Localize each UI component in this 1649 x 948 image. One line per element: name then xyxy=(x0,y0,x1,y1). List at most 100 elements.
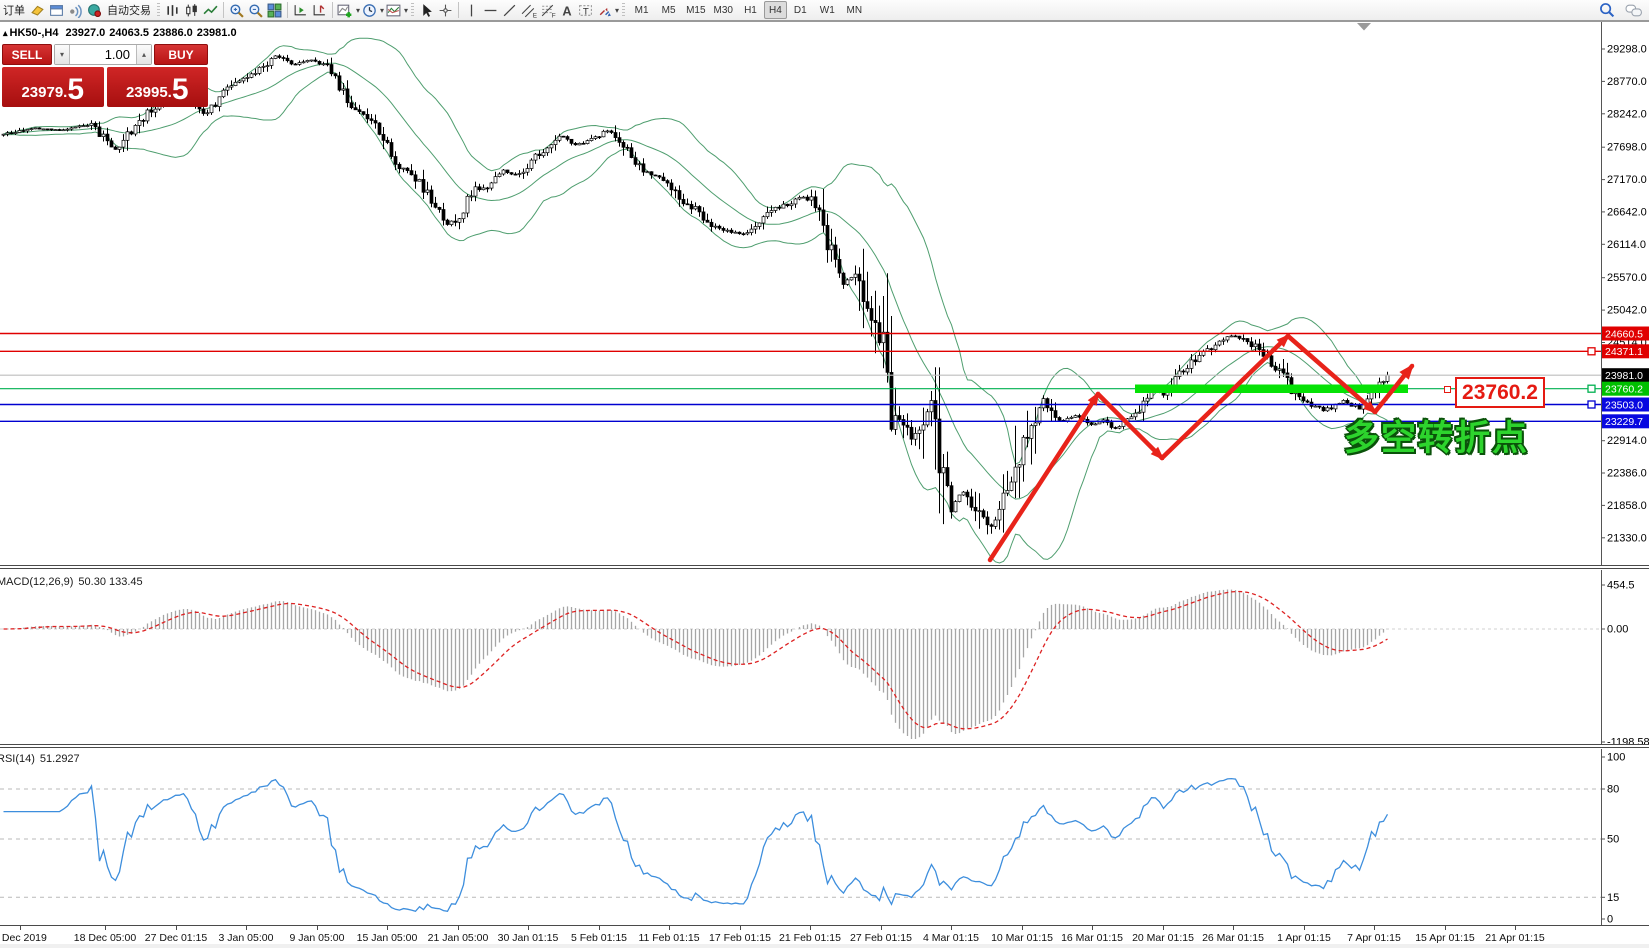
sell-button[interactable]: SELL xyxy=(2,44,52,65)
fibonacci-icon[interactable]: F xyxy=(538,1,557,19)
oneclick-trade-panel: SELL ▾ 1.00 ▴ BUY 23979. 5 23995. 5 xyxy=(2,44,208,107)
horizontal-line-icon[interactable] xyxy=(481,1,500,19)
toolbar-grip[interactable] xyxy=(622,3,625,17)
macd-histogram xyxy=(4,590,1388,740)
timeframe-button-h4[interactable]: H4 xyxy=(764,1,787,19)
vertical-line-icon[interactable] xyxy=(462,1,481,19)
chart-ohlc-header: ▴HK50-,H4 23927.024063.523886.023981.0 xyxy=(3,27,241,39)
tile-windows-icon[interactable] xyxy=(265,1,284,19)
volume-increase-button[interactable]: ▴ xyxy=(136,45,151,64)
auto-scroll-icon[interactable] xyxy=(291,1,310,19)
svg-text:29298.0: 29298.0 xyxy=(1607,44,1647,56)
level-price-label: 23229.7 xyxy=(1605,416,1643,428)
chat-icon[interactable] xyxy=(1624,1,1643,19)
new-order-label[interactable]: 订单 xyxy=(0,2,28,18)
volume-input[interactable]: 1.00 xyxy=(70,45,136,64)
time-label: 26 Mar 01:15 xyxy=(1202,932,1264,944)
time-label: 4 Mar 01:15 xyxy=(923,932,979,944)
time-tick xyxy=(740,926,741,930)
time-label: 27 Dec 01:15 xyxy=(145,932,207,944)
oneclick-toggle-icon[interactable]: ▴ xyxy=(3,28,8,38)
chart-shift-icon[interactable] xyxy=(310,1,329,19)
level-price-label: 24660.5 xyxy=(1605,328,1643,340)
price-callout-box[interactable]: 23760.2 xyxy=(1455,377,1545,408)
rsi-panel-canvas[interactable]: 1008050150 xyxy=(0,749,1649,925)
time-tick xyxy=(246,926,247,930)
volume-box: ▾ 1.00 ▴ xyxy=(54,44,152,65)
zoom-in-icon[interactable] xyxy=(227,1,246,19)
timeframe-button-m1[interactable]: M1 xyxy=(628,1,655,19)
trading-terminal-window: 订单 自动交易 ▾ ▾ ▾ E F A T ▾ xyxy=(0,0,1649,948)
timeframe-button-h1[interactable]: H1 xyxy=(737,1,764,19)
line-chart-icon[interactable] xyxy=(201,1,220,19)
svg-text:15: 15 xyxy=(1607,892,1619,904)
level-selection-handle xyxy=(1588,385,1595,392)
turning-point-annotation[interactable]: 多空转折点 xyxy=(1344,410,1529,461)
buy-button[interactable]: BUY xyxy=(154,44,208,65)
bar-chart-icon[interactable] xyxy=(163,1,182,19)
market-watch-icon[interactable] xyxy=(47,1,66,19)
time-label: 3 Jan 05:00 xyxy=(219,932,274,944)
rsi-name: RSI(14) xyxy=(0,753,35,765)
template-dropdown-caret[interactable]: ▾ xyxy=(404,6,408,15)
macd-panel-canvas[interactable]: 454.50.00-1198.58 xyxy=(0,570,1649,745)
symbol-period: HK50-,H4 xyxy=(10,27,59,39)
time-tick xyxy=(951,926,952,930)
trendline-icon[interactable] xyxy=(500,1,519,19)
crosshair-icon[interactable] xyxy=(436,1,455,19)
close-value: 23981.0 xyxy=(197,27,237,39)
text-label-icon[interactable]: T xyxy=(576,1,595,19)
new-order-icon[interactable] xyxy=(28,1,47,19)
timeframe-button-m15[interactable]: M15 xyxy=(682,1,709,19)
time-label: 16 Mar 01:15 xyxy=(1061,932,1123,944)
main-toolbar: 订单 自动交易 ▾ ▾ ▾ E F A T ▾ xyxy=(0,0,1649,21)
timeframe-button-m5[interactable]: M5 xyxy=(655,1,682,19)
macd-name: MACD(12,26,9) xyxy=(0,576,73,588)
svg-text:21858.0: 21858.0 xyxy=(1607,500,1647,512)
volume-decrease-button[interactable]: ▾ xyxy=(55,45,70,64)
time-label: 21 Apr 01:15 xyxy=(1485,932,1545,944)
time-tick xyxy=(810,926,811,930)
time-label: 27 Feb 01:15 xyxy=(850,932,912,944)
cursor-icon[interactable] xyxy=(417,1,436,19)
text-icon[interactable]: A xyxy=(557,1,576,19)
arrows-dropdown-caret[interactable]: ▾ xyxy=(615,6,619,15)
panel-separator[interactable] xyxy=(0,744,1649,748)
autotrading-icon[interactable] xyxy=(85,1,104,19)
arrows-icon[interactable] xyxy=(595,1,614,19)
timeframe-button-mn[interactable]: MN xyxy=(841,1,868,19)
timeframe-button-d1[interactable]: D1 xyxy=(787,1,814,19)
macd-indicator-label: MACD(12,26,9)50.30 133.45 xyxy=(0,576,143,588)
sell-price-button[interactable]: 23979. 5 xyxy=(2,67,104,107)
toolbar-grip[interactable] xyxy=(411,3,414,17)
price-callout-anchor[interactable] xyxy=(1444,386,1451,393)
time-tick xyxy=(669,926,670,930)
equidistant-channel-icon[interactable]: E xyxy=(519,1,538,19)
timeframe-button-w1[interactable]: W1 xyxy=(814,1,841,19)
time-label: 1 Apr 01:15 xyxy=(1277,932,1331,944)
template-icon[interactable] xyxy=(384,1,403,19)
price-axis: 29298.028770.028242.027698.027170.026642… xyxy=(1601,44,1649,567)
time-label: 18 Dec 05:00 xyxy=(74,932,136,944)
svg-text:22914.0: 22914.0 xyxy=(1607,435,1647,447)
buy-price-button[interactable]: 23995. 5 xyxy=(107,67,209,107)
search-icon[interactable] xyxy=(1597,1,1616,19)
level-price-label: 24371.1 xyxy=(1605,346,1643,358)
window-bottom-strip xyxy=(0,944,1649,948)
candlestick-chart-icon[interactable] xyxy=(182,1,201,19)
indicators-icon[interactable] xyxy=(336,1,355,19)
svg-text:22386.0: 22386.0 xyxy=(1607,468,1647,480)
period-icon[interactable] xyxy=(360,1,379,19)
low-value: 23886.0 xyxy=(153,27,193,39)
panel-separator[interactable] xyxy=(0,565,1649,569)
time-label: 21 Jan 05:00 xyxy=(428,932,489,944)
chart-shift-marker[interactable] xyxy=(1357,23,1371,31)
time-label: 17 Feb 01:15 xyxy=(709,932,771,944)
autotrading-label[interactable]: 自动交易 xyxy=(104,2,154,18)
signal-icon[interactable] xyxy=(66,1,85,19)
toolbar-grip[interactable] xyxy=(157,3,160,17)
main-chart-canvas[interactable]: 29298.028770.028242.027698.027170.026642… xyxy=(0,21,1649,566)
timeframe-button-m30[interactable]: M30 xyxy=(710,1,737,19)
zoom-out-icon[interactable] xyxy=(246,1,265,19)
time-tick xyxy=(1374,926,1375,930)
